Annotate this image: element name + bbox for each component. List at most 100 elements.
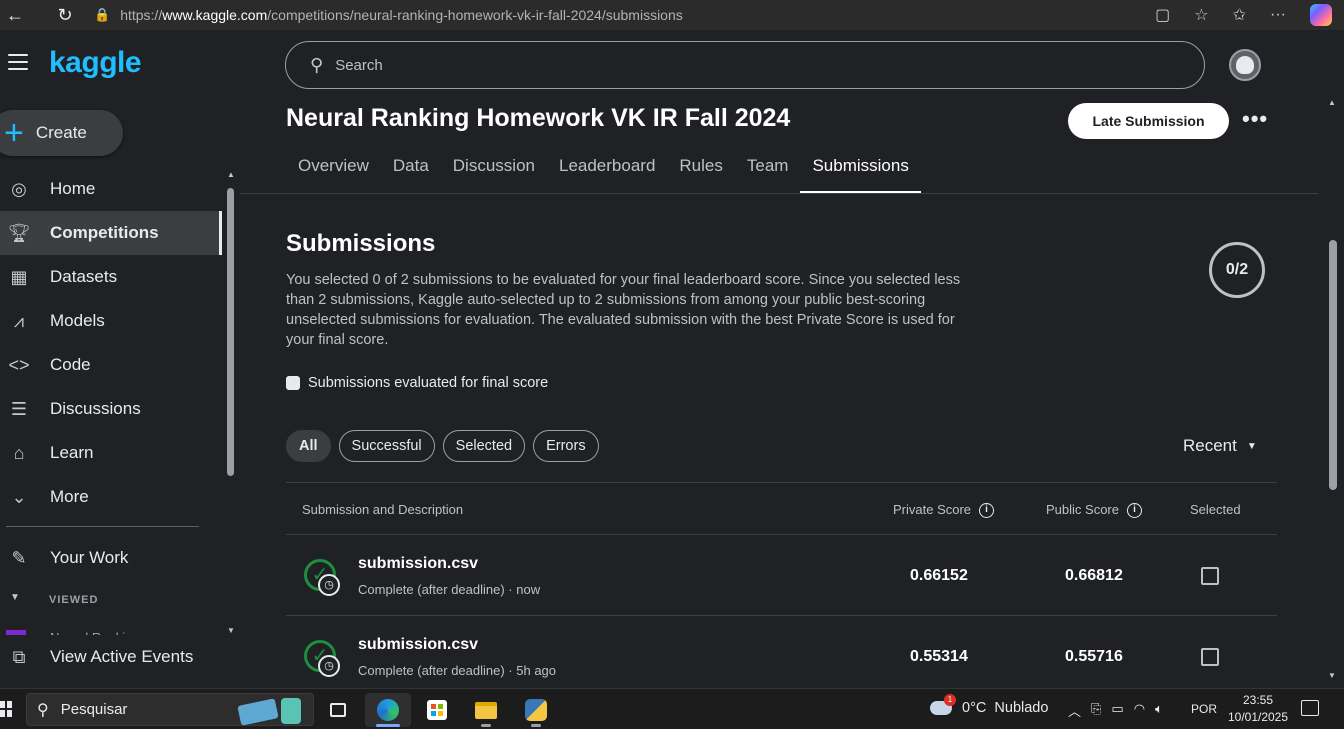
plus-icon: +	[4, 114, 24, 152]
scrollbar-thumb[interactable]	[1329, 240, 1337, 490]
sidebar-item-discussions[interactable]: ☰ Discussions	[0, 387, 222, 431]
avatar[interactable]	[1229, 49, 1261, 81]
sidebar-item-competitions[interactable]: 🏆︎ Competitions	[0, 211, 222, 255]
file-explorer-icon[interactable]	[463, 693, 509, 727]
viewed-heading: VIEWED	[49, 594, 99, 606]
select-checkbox[interactable]	[1201, 567, 1219, 585]
tab-rules[interactable]: Rules	[667, 156, 734, 194]
column-label: Private Score	[893, 502, 972, 517]
tab-discussion[interactable]: Discussion	[441, 156, 547, 194]
address-bar[interactable]: 🔒 https://www.kaggle.com/competitions/ne…	[90, 2, 1210, 28]
info-icon[interactable]: i	[979, 503, 995, 519]
active-events-label: View Active Events	[50, 647, 194, 666]
sidebar-item-datasets[interactable]: ▦ Datasets	[0, 255, 222, 299]
volume-icon[interactable]: 🔈︎	[1155, 701, 1163, 720]
language-indicator[interactable]: POR	[1191, 702, 1217, 716]
battery-icon[interactable]: ▭	[1111, 701, 1123, 720]
sidebar-item-label: Code	[50, 355, 91, 374]
windows-start-icon[interactable]	[0, 701, 12, 717]
clock-icon: ◷	[318, 655, 340, 677]
edge-browser-icon[interactable]	[365, 693, 411, 727]
filter-errors[interactable]: Errors	[533, 430, 599, 462]
tab-submissions[interactable]: Submissions	[800, 156, 922, 194]
weather-desc: Nublado	[994, 700, 1049, 716]
sidebar-scrollbar[interactable]: ▲ ▼	[224, 170, 238, 635]
meet-icon[interactable]: ⎘	[1091, 701, 1101, 720]
tab-leaderboard[interactable]: Leaderboard	[547, 156, 667, 194]
sidebar-item-home[interactable]: ◎ Home	[0, 167, 222, 211]
table-row: ✓ ◷ submission.csv Complete (after deadl…	[286, 535, 1277, 616]
main-scrollbar[interactable]: ▲ ▼	[1326, 98, 1340, 688]
sidebar-item-label: Your Work	[50, 548, 129, 567]
public-score: 0.66812	[1065, 567, 1123, 584]
sidebar-item-models[interactable]: ⩘ Models	[0, 299, 222, 343]
kaggle-logo[interactable]: kaggle	[49, 46, 142, 80]
more-options-icon[interactable]: •••	[1242, 106, 1268, 132]
wifi-icon[interactable]: ◠	[1134, 701, 1145, 720]
microsoft-store-icon[interactable]	[414, 693, 460, 727]
more-menu-icon[interactable]: ···	[1270, 6, 1286, 24]
scroll-up-icon[interactable]: ▲	[1328, 98, 1336, 107]
info-icon[interactable]: i	[1126, 503, 1142, 519]
filter-all[interactable]: All	[286, 430, 331, 462]
refresh-icon[interactable]: ↻	[50, 5, 80, 26]
section-description: You selected 0 of 2 submissions to be ev…	[286, 272, 961, 348]
sidebar-item-more[interactable]: ⌄ More	[0, 475, 222, 519]
clock-time: 23:55	[1242, 693, 1274, 707]
sidebar-item-your-work[interactable]: ✎ Your Work	[0, 536, 222, 580]
notifications-icon[interactable]	[1301, 700, 1319, 716]
hamburger-menu-icon[interactable]	[8, 54, 28, 75]
create-label: Create	[35, 123, 87, 142]
copilot-icon[interactable]	[1310, 4, 1332, 26]
private-score: 0.66152	[910, 567, 968, 584]
scroll-down-icon[interactable]: ▼	[1328, 671, 1336, 680]
filter-chips: All Successful Selected Errors	[286, 430, 599, 462]
caret-down-icon: ▼	[1246, 440, 1257, 452]
tab-overview[interactable]: Overview	[286, 156, 381, 194]
scroll-up-icon[interactable]: ▲	[224, 170, 238, 179]
final-score-checkbox[interactable]	[286, 376, 300, 390]
public-score: 0.55716	[1065, 648, 1123, 665]
taskbar-clock[interactable]: 23:55 10/01/2025	[1225, 692, 1291, 726]
page-title: Neural Ranking Homework VK IR Fall 2024	[286, 104, 791, 132]
scrollbar-thumb[interactable]	[227, 188, 234, 476]
sidebar-item-label: Discussions	[50, 399, 141, 418]
view-active-events[interactable]: ⧉ View Active Events	[0, 635, 222, 679]
url-path: /competitions/neural-ranking-homework-vk…	[267, 7, 683, 23]
caret-down-icon[interactable]: ▼	[10, 592, 20, 603]
competition-tabs: Overview Data Discussion Leaderboard Rul…	[286, 156, 922, 194]
chevron-up-icon[interactable]: ︿	[1068, 701, 1081, 720]
sidebar-item-code[interactable]: <> Code	[0, 343, 222, 387]
sidebar-item-label: Models	[50, 311, 105, 330]
search-bar[interactable]: ⚲	[285, 41, 1205, 89]
create-button[interactable]: + Create	[0, 110, 123, 156]
sort-dropdown[interactable]: Recent ▼	[1183, 436, 1257, 456]
final-score-filter[interactable]: Submissions evaluated for final score	[286, 375, 548, 391]
submission-filename[interactable]: submission.csv	[358, 555, 478, 573]
filter-successful[interactable]: Successful	[338, 430, 435, 462]
filter-selected[interactable]: Selected	[442, 430, 526, 462]
search-input[interactable]	[335, 56, 1136, 74]
task-view-icon[interactable]	[315, 693, 361, 727]
back-icon[interactable]: ←	[0, 5, 30, 26]
column-label: Public Score	[1046, 502, 1119, 517]
tab-team[interactable]: Team	[735, 156, 801, 194]
edit-icon: ✎	[11, 547, 27, 568]
sidebar: kaggle + Create ◎ Home 🏆︎ Competitions ▦ Da…	[0, 30, 238, 688]
sidebar-item-learn[interactable]: ⌂ Learn	[0, 431, 222, 475]
taskbar-search[interactable]: ⚲ Pesquisar	[26, 693, 314, 726]
school-icon: ⌂	[13, 442, 25, 463]
tab-data[interactable]: Data	[381, 156, 441, 194]
late-submission-button[interactable]: Late Submission	[1068, 103, 1229, 139]
select-checkbox[interactable]	[1201, 648, 1219, 666]
submission-filename[interactable]: submission.csv	[358, 636, 478, 654]
favorites-icon[interactable]: ✩	[1233, 5, 1246, 25]
favorite-star-icon[interactable]: ☆	[1194, 5, 1208, 25]
cloud-icon: 1	[930, 694, 956, 715]
split-screen-icon[interactable]: ▢	[1155, 5, 1170, 25]
scroll-down-icon[interactable]: ▼	[224, 626, 238, 635]
windows-taskbar: ⚲ Pesquisar 1 0°C Nublado ︿ ⎘ ▭ ◠ 🔈︎ POR…	[0, 688, 1344, 729]
weather-widget[interactable]: 1 0°C Nublado	[930, 694, 1049, 716]
system-tray: ︿ ⎘ ▭ ◠ 🔈︎	[1068, 701, 1163, 720]
python-app-icon[interactable]	[513, 693, 559, 727]
